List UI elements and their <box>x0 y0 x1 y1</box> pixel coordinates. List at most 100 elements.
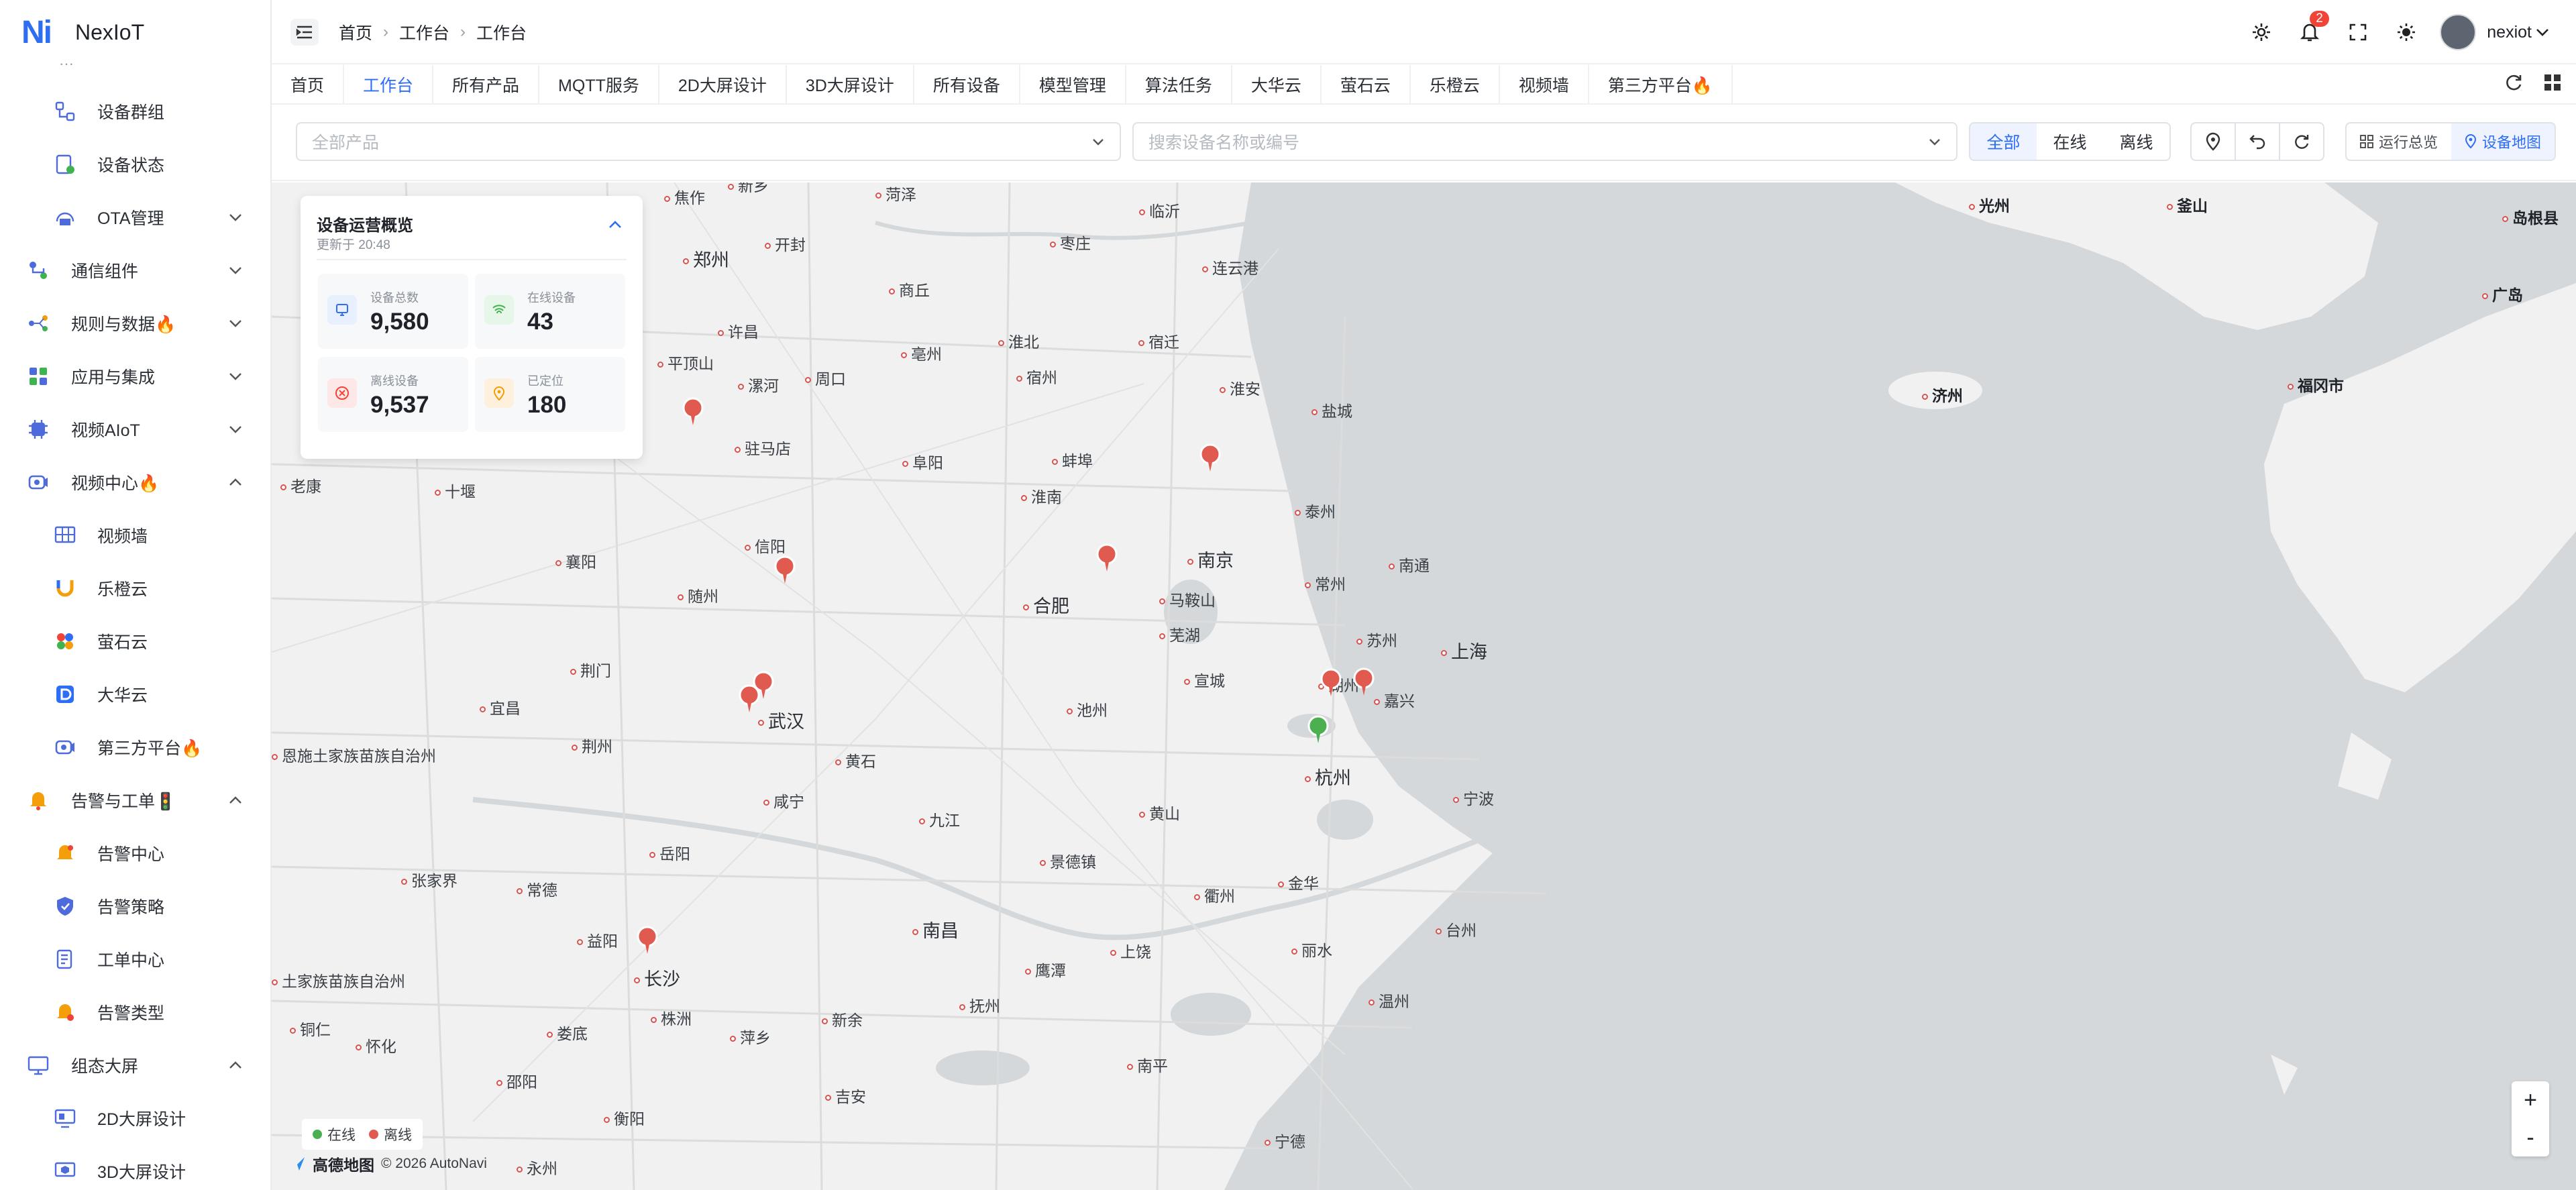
collapse-sidebar-button[interactable] <box>290 19 319 46</box>
tab[interactable]: 所有产品 <box>433 65 540 104</box>
city-label: 广岛 <box>2482 282 2523 305</box>
city-dot-icon <box>1187 559 1193 565</box>
brand[interactable]: Ni NexIoT <box>0 0 270 64</box>
city-label: 襄阳 <box>555 549 596 572</box>
sidebar-item[interactable]: 大华云 <box>0 668 270 720</box>
device-pin-offline[interactable] <box>1199 443 1222 473</box>
device-pin-offline[interactable] <box>1352 667 1375 697</box>
undo-button[interactable] <box>2235 122 2280 161</box>
device-pin-offline[interactable] <box>682 397 704 427</box>
city-name: 金华 <box>1288 875 1319 892</box>
city-name: 邵阳 <box>506 1073 537 1091</box>
tab[interactable]: 乐橙云 <box>1411 65 1500 104</box>
city-name: 萍乡 <box>740 1029 771 1046</box>
view-map-button[interactable]: 设备地图 <box>2451 123 2555 160</box>
tab[interactable]: 3D大屏设计 <box>787 65 914 104</box>
sidebar-item[interactable]: 设备群组 <box>0 85 270 138</box>
sidebar-item-label: 组态大屏 <box>71 1057 139 1076</box>
work-order-icon <box>54 948 76 971</box>
device-pin-offline[interactable] <box>773 555 796 585</box>
sidebar-item[interactable]: OTA管理 <box>0 191 270 244</box>
tab[interactable]: 所有设备 <box>914 65 1020 104</box>
tab[interactable]: 工作台 <box>344 65 434 104</box>
device-search-input[interactable]: 搜索设备名称或编号 <box>1132 122 1957 161</box>
city-name: 嘉兴 <box>1384 692 1415 710</box>
sidebar-item[interactable]: 告警策略 <box>0 880 270 932</box>
theme-toggle-button[interactable] <box>2382 13 2430 51</box>
city-name: 周口 <box>815 370 846 388</box>
sidebar-item[interactable]: 视频中心🔥 <box>0 456 270 508</box>
chevron-up-icon[interactable] <box>608 220 623 229</box>
tab[interactable]: 视频墙 <box>1500 65 1589 104</box>
sidebar-item[interactable]: 规则与数据🔥 <box>0 297 270 349</box>
zoom-out-button[interactable]: - <box>2512 1119 2549 1156</box>
status-filter-option[interactable]: 在线 <box>2037 123 2103 160</box>
fullscreen-button[interactable] <box>2334 13 2382 51</box>
tab[interactable]: 首页 <box>272 65 345 104</box>
sidebar-item[interactable]: 应用与集成 <box>0 350 270 402</box>
settings-button[interactable] <box>2237 13 2286 51</box>
screen-3d-icon <box>54 1162 76 1177</box>
tab[interactable]: 2D大屏设计 <box>659 65 787 104</box>
city-label: 益阳 <box>577 928 618 951</box>
avatar[interactable] <box>2440 14 2477 50</box>
product-select[interactable]: 全部产品 <box>296 122 1121 161</box>
sidebar-item-label: 乐橙云 <box>97 580 148 599</box>
sidebar-item[interactable]: 萤石云 <box>0 615 270 667</box>
notifications-button[interactable]: 2 <box>2286 11 2334 51</box>
breadcrumb-item-current: 工作台 <box>476 24 527 43</box>
tab[interactable]: 萤石云 <box>1322 65 1411 104</box>
tab[interactable]: MQTT服务 <box>539 65 659 104</box>
device-pin-offline[interactable] <box>1320 668 1342 698</box>
sidebar-item[interactable]: 乐橙云 <box>0 562 270 614</box>
username[interactable]: nexiot <box>2487 23 2532 42</box>
zoom-in-button[interactable]: + <box>2512 1081 2549 1119</box>
sidebar-item[interactable]: 组态大屏 <box>0 1039 270 1091</box>
sidebar-item-label: 通信组件 <box>71 262 139 281</box>
sidebar-item[interactable]: 第三方平台🔥 <box>0 721 270 773</box>
sidebar-item[interactable]: 通信组件 <box>0 244 270 296</box>
device-pin-online[interactable] <box>1307 715 1330 745</box>
sidebar-item[interactable]: 设备状态 <box>0 138 270 191</box>
device-pin-offline[interactable] <box>738 684 761 714</box>
refresh-icon[interactable] <box>2504 72 2524 93</box>
city-dot-icon <box>1184 679 1190 686</box>
grid-icon[interactable] <box>2542 72 2563 93</box>
city-dot-icon <box>1453 797 1459 804</box>
chevron-down-icon <box>229 426 241 433</box>
undo-icon <box>2249 135 2265 150</box>
tab[interactable]: 大华云 <box>1232 65 1322 104</box>
sidebar-item[interactable]: 告警中心 <box>0 827 270 879</box>
city-dot-icon <box>356 1044 362 1051</box>
sidebar-item[interactable]: 视频墙 <box>0 509 270 561</box>
locate-button[interactable] <box>2190 122 2236 161</box>
city-label: 漯河 <box>738 373 779 396</box>
city-dot-icon <box>1374 699 1380 706</box>
tab[interactable]: 模型管理 <box>1020 65 1126 104</box>
city-dot-icon <box>825 1095 831 1101</box>
sidebar-item[interactable]: 视频AIoT <box>0 403 270 455</box>
sidebar-item-label: 设备状态 <box>97 156 165 175</box>
sidebar-item[interactable]: 告警与工单🚦 <box>0 774 270 826</box>
breadcrumb-item[interactable]: 工作台 <box>399 20 449 44</box>
city-dot-icon <box>1220 387 1226 394</box>
city-dot-icon <box>1305 776 1311 783</box>
chevron-down-icon <box>229 214 241 221</box>
city-label: 武汉 <box>758 707 804 733</box>
city-dot-icon <box>1194 894 1200 901</box>
device-pin-offline[interactable] <box>636 926 659 955</box>
status-filter-option[interactable]: 离线 <box>2103 123 2169 160</box>
sidebar-item[interactable]: 告警类型 <box>0 986 270 1038</box>
tab[interactable]: 算法任务 <box>1126 65 1232 104</box>
city-dot-icon <box>570 669 576 675</box>
city-label: 黄山 <box>1139 801 1180 824</box>
device-pin-offline[interactable] <box>1095 543 1118 573</box>
sidebar-item[interactable]: 2D大屏设计 <box>0 1092 270 1144</box>
reload-button[interactable] <box>2279 122 2324 161</box>
view-overview-button[interactable]: 运行总览 <box>2347 123 2451 160</box>
tab[interactable]: 第三方平台🔥 <box>1589 65 1733 104</box>
breadcrumb-item[interactable]: 首页 <box>339 20 372 44</box>
sidebar-item[interactable]: 工单中心 <box>0 933 270 985</box>
status-filter-option[interactable]: 全部 <box>1970 123 2037 160</box>
sidebar-item[interactable]: 3D大屏设计 <box>0 1145 270 1190</box>
